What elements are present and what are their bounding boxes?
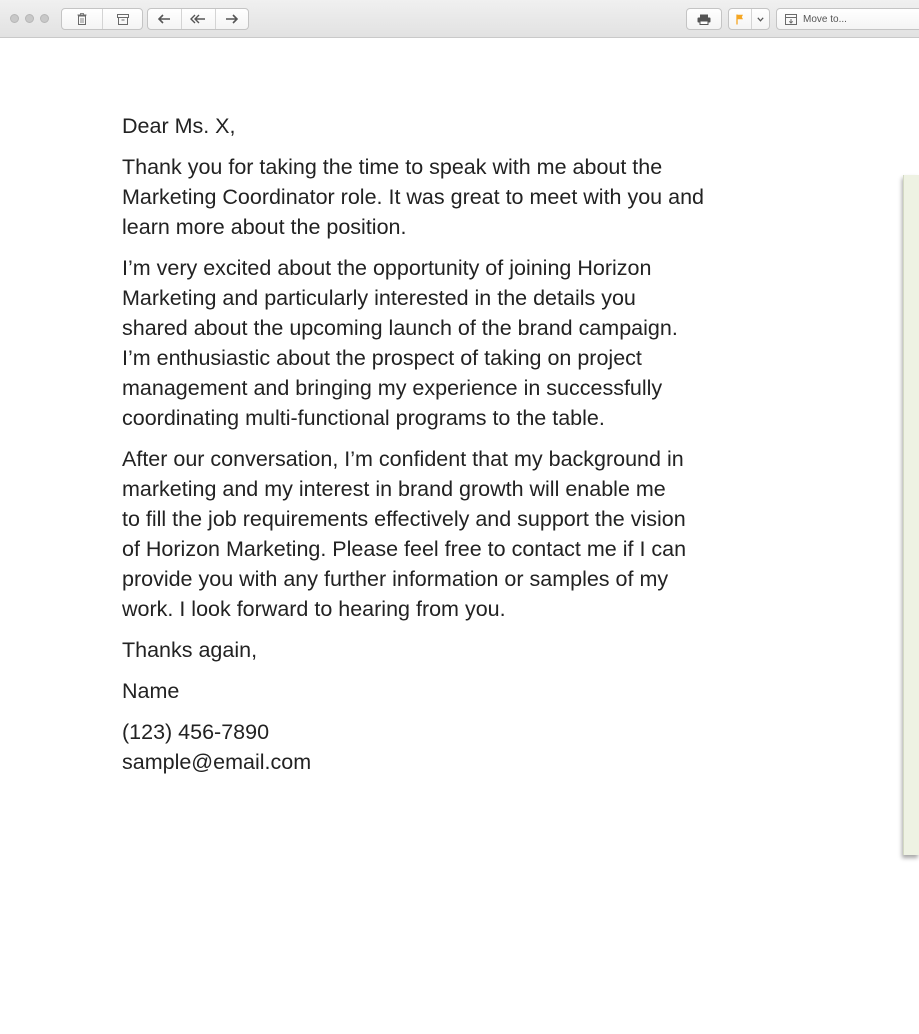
contact-info: (123) 456-7890 sample@email.com (122, 717, 852, 777)
text-line: shared about the upcoming launch of the … (122, 316, 678, 340)
print-button[interactable] (687, 9, 721, 29)
move-group: Move to... (776, 8, 919, 30)
flag-button[interactable] (729, 9, 751, 29)
reply-group (147, 8, 249, 30)
minimize-window-button[interactable] (25, 14, 34, 23)
mail-window: Move to... Dear Ms. X, Thank you for tak… (0, 0, 919, 1034)
flag-icon (736, 14, 744, 25)
text-line: provide you with any further information… (122, 567, 669, 591)
closing: Thanks again, (122, 638, 258, 662)
reply-icon (158, 14, 171, 24)
text-line: Marketing and particularly interested in… (122, 286, 636, 310)
reply-all-icon (190, 14, 206, 24)
flag-menu-button[interactable] (751, 9, 769, 29)
text-line: After our conversation, I’m confident th… (122, 447, 684, 471)
toolbar: Move to... (0, 0, 919, 38)
reply-all-button[interactable] (181, 9, 214, 29)
zoom-window-button[interactable] (40, 14, 49, 23)
text-line: to fill the job requirements effectively… (122, 507, 686, 531)
move-icon (785, 13, 797, 25)
email-address: sample@email.com (122, 750, 312, 774)
message-body: Dear Ms. X, Thank you for taking the tim… (122, 111, 852, 788)
text-line: I’m very excited about the opportunity o… (122, 256, 652, 280)
delete-button[interactable] (62, 9, 102, 29)
archive-button[interactable] (102, 9, 142, 29)
text-line: work. I look forward to hearing from you… (122, 597, 506, 621)
flag-group (728, 8, 770, 30)
text-line: management and bringing my experience in… (122, 376, 663, 400)
print-group (686, 8, 722, 30)
trash-icon (77, 13, 87, 25)
chevron-down-icon (757, 16, 764, 22)
reply-button[interactable] (148, 9, 181, 29)
text-line: Thank you for taking the time to speak w… (122, 155, 663, 179)
text-line: marketing and my interest in brand growt… (122, 477, 666, 501)
move-to-button[interactable]: Move to... (777, 9, 919, 29)
forward-icon (225, 14, 239, 24)
archive-icon (116, 13, 129, 25)
text-line: coordinating multi-functional programs t… (122, 406, 605, 430)
close-window-button[interactable] (10, 14, 19, 23)
forward-button[interactable] (214, 9, 248, 29)
text-line: Marketing Coordinator role. It was great… (122, 185, 704, 209)
paragraph-confidence: After our conversation, I’m confident th… (122, 444, 852, 624)
text-line: of Horizon Marketing. Please feel free t… (122, 537, 687, 561)
printer-icon (697, 14, 711, 25)
phone-number: (123) 456-7890 (122, 720, 270, 744)
paragraph-thank-you: Thank you for taking the time to speak w… (122, 152, 852, 242)
text-line: I’m enthusiastic about the prospect of t… (122, 346, 642, 370)
paragraph-excitement: I’m very excited about the opportunity o… (122, 253, 852, 433)
signature-name: Name (122, 679, 180, 703)
text-line: learn more about the position. (122, 215, 407, 239)
delete-archive-group (61, 8, 143, 30)
side-note-panel (903, 175, 919, 855)
move-to-label: Move to... (803, 13, 847, 25)
greeting: Dear Ms. X, (122, 114, 236, 138)
